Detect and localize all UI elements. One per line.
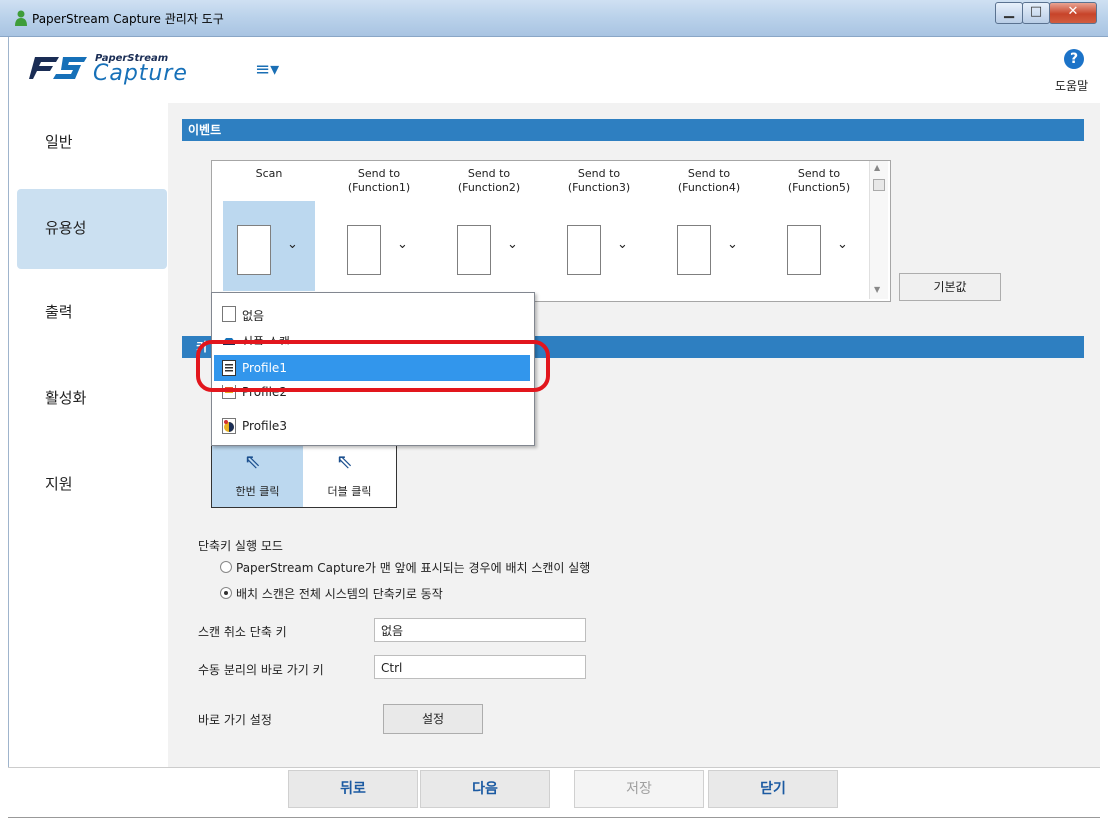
mode-label-system: 배치 스캔은 전체 시스템의 단축키로 동작 (236, 587, 443, 601)
click-option-label: 더블 클릭 (327, 485, 372, 498)
footer-bar: 뒤로 다음 저장 닫기 (8, 767, 1100, 818)
cursor-click-icon: ⇖ (244, 449, 261, 473)
save-button[interactable]: 저장 (574, 770, 704, 808)
paperstream-logo-icon (29, 57, 87, 79)
title-bar: PaperStream Capture 관리자 도구 ▁ □ ✕ (0, 0, 1108, 37)
chevron-down-icon[interactable]: ⌄ (287, 237, 298, 252)
back-button[interactable]: 뒤로 (288, 770, 418, 808)
shortcut-settings-label: 바로 가기 설정 (198, 713, 272, 727)
minimize-button[interactable]: ▁ (995, 2, 1023, 24)
help-label[interactable]: 도움말 (1055, 77, 1088, 94)
events-section-header: 이벤트 (182, 119, 1084, 141)
cursor-click-icon: ⇖ (336, 449, 353, 473)
document-icon (787, 225, 821, 275)
document-icon (237, 225, 271, 275)
mode-label-foreground: PaperStream Capture가 맨 앞에 표시되는 경우에 배치 스캔… (236, 561, 591, 575)
close-button[interactable]: 닫기 (708, 770, 838, 808)
split-key-label: 수동 분리의 바로 가기 키 (198, 663, 324, 677)
event-column-function5: Send to (Function5) ⌄ (764, 167, 874, 291)
document-icon (677, 225, 711, 275)
profile-color-circle-icon (222, 418, 236, 434)
event-profile-button[interactable]: ⌄ (443, 201, 535, 291)
event-profile-button[interactable]: ⌄ (663, 201, 755, 291)
help-icon[interactable]: ? (1064, 49, 1084, 69)
sidebar-item-activation[interactable]: 활성화 (17, 359, 167, 439)
highlight-annotation (196, 340, 550, 392)
event-label: Send to (Function3) (567, 167, 631, 194)
document-icon (457, 225, 491, 275)
chevron-down-icon[interactable]: ⌄ (727, 237, 738, 252)
mode-title: 단축키 실행 모드 (198, 539, 283, 553)
dropdown-item-label: 없음 (242, 309, 265, 323)
app-user-icon (15, 10, 27, 26)
event-profile-button[interactable]: ⌄ (553, 201, 645, 291)
split-key-field[interactable]: Ctrl (374, 655, 586, 679)
event-label: Scan (255, 167, 283, 180)
logo-text-big: Capture (93, 61, 188, 86)
mode-radio-foreground[interactable] (220, 561, 232, 573)
chevron-down-icon[interactable]: ⌄ (617, 237, 628, 252)
dropdown-item-none[interactable]: 없음 (214, 301, 530, 327)
cancel-key-label: 스캔 취소 단축 키 (198, 625, 287, 639)
dropdown-item-label: Profile3 (242, 419, 287, 433)
event-profile-button[interactable]: ⌄ (773, 201, 865, 291)
sidebar-item-output[interactable]: 출력 (17, 273, 167, 353)
document-icon (567, 225, 601, 275)
event-profile-button[interactable]: ⌄ (333, 201, 425, 291)
window-title: PaperStream Capture 관리자 도구 (32, 12, 224, 26)
cancel-key-field[interactable]: 없음 (374, 618, 586, 642)
events-list: Scan ⌄ Send to (Function1) ⌄ Send to (Fu… (211, 160, 891, 302)
next-button[interactable]: 다음 (420, 770, 550, 808)
event-profile-button[interactable]: ⌄ (223, 201, 315, 291)
sidebar-item-label: 유용성 (45, 219, 87, 237)
event-label: Send to (Function5) (787, 167, 851, 194)
close-window-button[interactable]: ✕ (1049, 2, 1097, 24)
menu-icon[interactable]: ≡▾ (255, 59, 279, 80)
dropdown-item-profile3[interactable]: Profile3 (214, 413, 530, 439)
status-bar (8, 817, 1100, 832)
event-column-function4: Send to (Function4) ⌄ (654, 167, 764, 291)
click-option-label: 한번 클릭 (235, 485, 280, 498)
document-icon (347, 225, 381, 275)
sidebar-item-label: 지원 (45, 475, 73, 493)
sidebar-item-label: 일반 (45, 133, 73, 151)
scroll-thumb[interactable] (873, 179, 885, 191)
maximize-button[interactable]: □ (1022, 2, 1050, 24)
event-label: Send to (Function2) (457, 167, 521, 194)
blank-page-icon (222, 306, 236, 322)
event-column-scan: Scan ⌄ (214, 167, 324, 291)
default-button[interactable]: 기본값 (899, 273, 1001, 301)
scroll-down-icon[interactable]: ▼ (874, 285, 880, 294)
event-label: Send to (Function4) (677, 167, 741, 194)
sidebar-item-support[interactable]: 지원 (17, 445, 167, 525)
app-header: PaperStream Capture ≡▾ ? 도움말 (8, 37, 1101, 103)
chevron-down-icon[interactable]: ⌄ (837, 237, 848, 252)
event-column-function1: Send to (Function1) ⌄ (324, 167, 434, 291)
sidebar-item-usability[interactable]: 유용성 (17, 189, 167, 269)
event-column-function2: Send to (Function2) ⌄ (434, 167, 544, 291)
mode-radio-system[interactable] (220, 587, 232, 599)
chevron-down-icon[interactable]: ⌄ (397, 237, 408, 252)
shortcut-settings-button[interactable]: 설정 (383, 704, 483, 734)
sidebar-item-label: 활성화 (45, 389, 87, 407)
event-label: Send to (Function1) (347, 167, 411, 194)
sidebar-item-general[interactable]: 일반 (17, 103, 167, 183)
sidebar-item-label: 출력 (45, 303, 73, 321)
event-column-function3: Send to (Function3) ⌄ (544, 167, 654, 291)
chevron-down-icon[interactable]: ⌄ (507, 237, 518, 252)
events-scrollbar[interactable]: ▲ ▼ (869, 161, 888, 299)
sidebar: 일반 유용성 출력 활성화 지원 (8, 103, 169, 767)
scroll-up-icon[interactable]: ▲ (874, 163, 880, 172)
